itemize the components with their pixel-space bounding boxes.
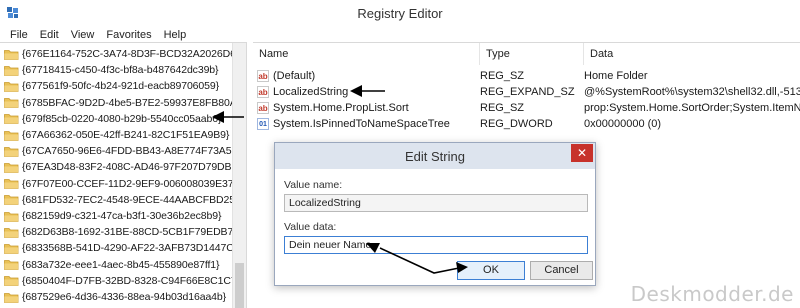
folder-icon bbox=[4, 146, 19, 157]
tree-item[interactable]: {682159d9-c321-47ca-b3f1-30e36b2ec8b9} bbox=[4, 208, 221, 224]
value-row[interactable]: 01 System.IsPinnedToNameSpaceTree REG_DW… bbox=[253, 116, 800, 132]
folder-icon bbox=[4, 227, 19, 238]
tree-item-label: {67A66362-050E-42ff-B241-82C1F51EA9B9} bbox=[22, 129, 230, 141]
tree-item[interactable]: {6833568B-541D-4290-AF22-3AFB73D1447C} bbox=[4, 240, 237, 256]
value-data: prop:System.Home.SortOrder;System.ItemNa… bbox=[584, 102, 800, 114]
value-name-field[interactable]: LocalizedString bbox=[284, 194, 588, 212]
tree-item[interactable]: {67F07E00-CCEF-11D2-9EF9-006008039E37} bbox=[4, 176, 237, 192]
ok-button[interactable]: OK bbox=[457, 261, 525, 280]
menu-help[interactable]: Help bbox=[158, 28, 193, 42]
tree-item[interactable]: {687529e6-4d36-4336-88ea-94b03d16aa4b} bbox=[4, 289, 226, 305]
value-data-label: Value data: bbox=[284, 221, 337, 233]
tree-item-label: {679f85cb-0220-4080-b29b-5540cc05aab6} bbox=[22, 112, 222, 125]
folder-icon bbox=[4, 243, 19, 254]
tree-item-selected[interactable]: {679f85cb-0220-4080-b29b-5540cc05aab6} bbox=[4, 111, 221, 127]
tree-item[interactable]: {6785BFAC-9D2D-4be5-B7E2-59937E8FB80A} bbox=[4, 95, 240, 111]
tree-item[interactable]: {676E1164-752C-3A74-8D3F-BCD32A2026D6} bbox=[4, 46, 239, 62]
folder-icon bbox=[4, 211, 19, 222]
title-bar: Registry Editor bbox=[0, 0, 800, 28]
pane-splitter[interactable] bbox=[246, 42, 253, 308]
tree-item-label: {683a732e-eee1-4aec-8b45-455890e87ff1} bbox=[22, 258, 220, 271]
tree-item-label: {67718415-c450-4f3c-bf8a-b487642dc39b} bbox=[22, 64, 219, 77]
folder-icon bbox=[4, 98, 19, 108]
tree-item-label: {676E1164-752C-3A74-8D3F-BCD32A2026D6} bbox=[22, 48, 240, 60]
tree-item-label: {67EA3D48-83F2-408C-AD46-97F207D79DB3} bbox=[22, 161, 241, 174]
tree-item[interactable]: {6850404F-D7FB-32BD-8328-C94F66E8C1C7} bbox=[4, 273, 240, 289]
tree-item-label: {687529e6-4d36-4336-88ea-94b03d16aa4b} bbox=[22, 291, 227, 303]
value-data: 0x00000000 (0) bbox=[584, 118, 662, 130]
edit-string-dialog: Edit String ✕ Value name: LocalizedStrin… bbox=[274, 142, 596, 286]
folder-icon bbox=[4, 260, 19, 270]
folder-icon bbox=[4, 65, 19, 76]
menu-file[interactable]: File bbox=[4, 28, 34, 42]
folder-icon bbox=[4, 195, 19, 206]
value-row[interactable]: ab (Default) REG_SZ Home Folder bbox=[253, 68, 800, 84]
cancel-button[interactable]: Cancel bbox=[530, 261, 593, 280]
menu-view[interactable]: View bbox=[65, 28, 101, 42]
tree-item-label: {681FD532-7EC2-4548-9ECE-44AABCFBD254} bbox=[22, 193, 245, 206]
registry-key-tree[interactable]: {676E1164-752C-3A74-8D3F-BCD32A2026D6} {6… bbox=[0, 42, 246, 308]
folder-icon bbox=[4, 276, 19, 287]
tree-scrollbar[interactable] bbox=[232, 43, 246, 308]
menu-edit[interactable]: Edit bbox=[34, 28, 65, 42]
tree-item-label: {67CA7650-96E6-4FDD-BB43-A8E774F73A57} bbox=[22, 145, 241, 158]
folder-icon bbox=[4, 162, 19, 173]
close-icon[interactable]: ✕ bbox=[571, 144, 593, 162]
value-name-label: Value name: bbox=[284, 179, 343, 191]
tree-item-label: {6833568B-541D-4290-AF22-3AFB73D1447C} bbox=[22, 242, 238, 255]
tree-item[interactable]: {67CA7650-96E6-4FDD-BB43-A8E774F73A57} bbox=[4, 143, 241, 159]
folder-icon bbox=[4, 130, 19, 141]
folder-icon bbox=[4, 292, 19, 303]
folder-icon bbox=[4, 81, 19, 92]
tree-scrollbar-thumb[interactable] bbox=[235, 263, 244, 308]
string-value-icon: ab bbox=[257, 70, 269, 82]
value-type: REG_SZ bbox=[480, 70, 525, 82]
tree-item-label: {677561f9-50fc-4b24-921d-eacb89706059} bbox=[22, 80, 220, 93]
tree-item-label: {6785BFAC-9D2D-4be5-B7E2-59937E8FB80A} bbox=[22, 96, 241, 109]
column-header-type[interactable]: Type bbox=[480, 43, 584, 65]
tree-item-label: {682159d9-c321-47ca-b3f1-30e36b2ec8b9} bbox=[22, 210, 222, 222]
value-name: System.IsPinnedToNameSpaceTree bbox=[273, 118, 450, 130]
folder-icon bbox=[4, 179, 19, 189]
value-data: Home Folder bbox=[584, 70, 648, 82]
tree-item[interactable]: {681FD532-7EC2-4548-9ECE-44AABCFBD254} bbox=[4, 192, 244, 208]
string-value-icon: ab bbox=[257, 86, 269, 98]
window-title: Registry Editor bbox=[357, 6, 443, 21]
folder-icon bbox=[4, 49, 19, 60]
value-row[interactable]: ab LocalizedString REG_EXPAND_SZ @%Syste… bbox=[253, 84, 800, 100]
dword-value-icon: 01 bbox=[257, 118, 269, 130]
tree-item[interactable]: {67718415-c450-4f3c-bf8a-b487642dc39b} bbox=[4, 62, 219, 78]
watermark-logo: Deskmodder.de bbox=[630, 282, 794, 306]
value-type: REG_DWORD bbox=[480, 118, 553, 130]
value-data: @%SystemRoot%\system32\shell32.dll,-5137… bbox=[584, 86, 800, 98]
value-name: LocalizedString bbox=[273, 86, 349, 98]
tree-item-label: {682D63B8-1692-31BE-88CD-5CB1F79EDB7B} bbox=[22, 226, 244, 239]
value-name: System.Home.PropList.Sort bbox=[273, 102, 409, 114]
column-header-data[interactable]: Data bbox=[584, 43, 800, 65]
folder-icon bbox=[4, 114, 19, 125]
dialog-title-bar[interactable]: Edit String ✕ bbox=[275, 143, 595, 169]
column-header-name[interactable]: Name bbox=[253, 43, 480, 65]
value-type: REG_EXPAND_SZ bbox=[480, 86, 575, 98]
tree-item-label: {6850404F-D7FB-32BD-8328-C94F66E8C1C7} bbox=[22, 274, 240, 287]
value-name: (Default) bbox=[273, 70, 316, 82]
menu-bar: File Edit View Favorites Help bbox=[0, 28, 800, 42]
menu-favorites[interactable]: Favorites bbox=[100, 28, 157, 42]
tree-item[interactable]: {67EA3D48-83F2-408C-AD46-97F207D79DB3} bbox=[4, 159, 241, 175]
tree-item[interactable]: {67A66362-050E-42ff-B241-82C1F51EA9B9} bbox=[4, 127, 229, 143]
value-data-field[interactable]: Dein neuer Name bbox=[284, 236, 588, 254]
tree-item[interactable]: {683a732e-eee1-4aec-8b45-455890e87ff1} bbox=[4, 257, 220, 273]
tree-item[interactable]: {682D63B8-1692-31BE-88CD-5CB1F79EDB7B} bbox=[4, 224, 244, 240]
value-type: REG_SZ bbox=[480, 102, 525, 114]
dialog-title: Edit String bbox=[405, 149, 465, 164]
tree-item-label: {67F07E00-CCEF-11D2-9EF9-006008039E37} bbox=[22, 177, 237, 190]
value-row[interactable]: ab System.Home.PropList.Sort REG_SZ prop… bbox=[253, 100, 800, 116]
tree-item[interactable]: {677561f9-50fc-4b24-921d-eacb89706059} bbox=[4, 78, 219, 94]
string-value-icon: ab bbox=[257, 102, 269, 114]
